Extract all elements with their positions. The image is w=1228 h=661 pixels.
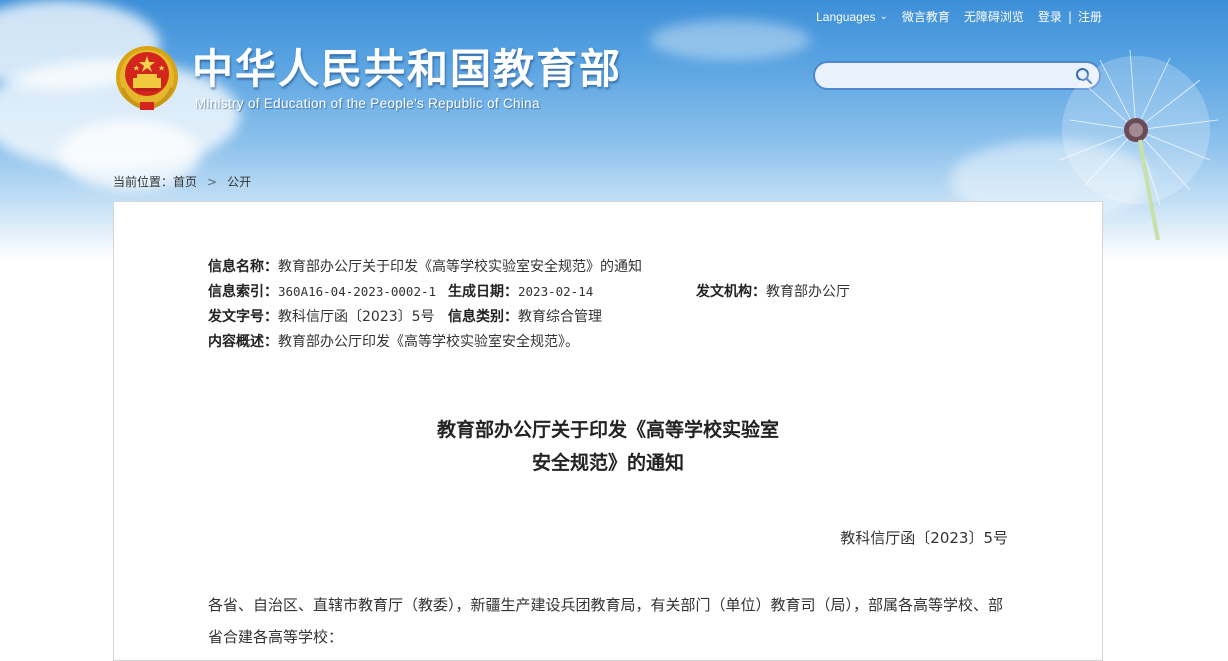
info-docno-key: 发文字号： (208, 309, 278, 325)
article-body: 各省、自治区、直辖市教育厅（教委），新疆生产建设兵团教育局，有关部门（单位）教育… (208, 596, 1004, 646)
breadcrumb-public[interactable]: 公开 (227, 173, 251, 190)
national-emblem-logo[interactable] (114, 44, 180, 112)
info-summary-key: 内容概述： (208, 334, 278, 350)
info-category-value: 教育综合管理 (518, 309, 602, 325)
info-index-key: 信息索引： (208, 284, 278, 300)
info-name-value: 教育部办公厅关于印发《高等学校实验室安全规范》的通知 (278, 259, 642, 275)
info-row-category: 信息类别：教育综合管理 (448, 306, 602, 326)
languages-label: Languages (816, 9, 876, 24)
info-index-value: 360A16-04-2023-0002-1 (278, 284, 437, 299)
article-doc-number: 教科信厅函〔2023〕5号 (840, 529, 1008, 547)
site-title-cn: 中华人民共和国教育部 (192, 45, 622, 93)
article-title-line2: 安全规范》的通知 (531, 452, 684, 474)
breadcrumb-prefix: 当前位置： (113, 175, 174, 189)
article-title-line1: 教育部办公厅关于印发《高等学校实验室 (436, 419, 779, 441)
info-row-date: 生成日期：2023-02-14 (448, 281, 593, 301)
login-link[interactable]: 登录 (1038, 8, 1062, 25)
info-row-docno: 发文字号：教科信厅函〔2023〕5号 (208, 306, 435, 326)
info-org-key: 发文机构： (696, 284, 766, 300)
info-row-name: 信息名称：教育部办公厅关于印发《高等学校实验室安全规范》的通知 (208, 256, 642, 276)
languages-dropdown[interactable]: Languages ⌄ (816, 10, 888, 24)
info-name-key: 信息名称： (208, 259, 278, 275)
search-input[interactable] (827, 66, 1071, 88)
weiyan-link[interactable]: 微言教育 (902, 8, 950, 25)
info-row-index: 信息索引：360A16-04-2023-0002-1 (208, 281, 436, 301)
info-row-org: 发文机构：教育部办公厅 (696, 281, 850, 301)
info-docno-value: 教科信厅函〔2023〕5号 (278, 309, 435, 325)
breadcrumb: 当前位置： 首页 > 公开 (113, 173, 251, 190)
info-category-key: 信息类别： (448, 309, 518, 325)
site-title-en: Ministry of Education of the People's Re… (195, 96, 540, 111)
breadcrumb-home[interactable]: 首页 (173, 173, 197, 190)
info-row-summary: 内容概述：教育部办公厅印发《高等学校实验室安全规范》。 (208, 331, 579, 351)
content-panel: 信息名称：教育部办公厅关于印发《高等学校实验室安全规范》的通知 信息索引：360… (113, 201, 1103, 661)
register-link[interactable]: 注册 (1078, 8, 1102, 25)
info-summary-value: 教育部办公厅印发《高等学校实验室安全规范》。 (278, 334, 579, 350)
info-date-key: 生成日期： (448, 284, 518, 300)
divider: | (1067, 9, 1072, 24)
chevron-right-icon: > (207, 174, 218, 189)
info-date-value: 2023-02-14 (518, 284, 594, 299)
top-links: Languages ⌄ 微言教育 无障碍浏览 登录 | 注册 (816, 8, 1102, 25)
accessibility-link[interactable]: 无障碍浏览 (964, 8, 1024, 25)
info-org-value: 教育部办公厅 (766, 284, 850, 300)
chevron-down-icon: ⌄ (879, 11, 888, 22)
